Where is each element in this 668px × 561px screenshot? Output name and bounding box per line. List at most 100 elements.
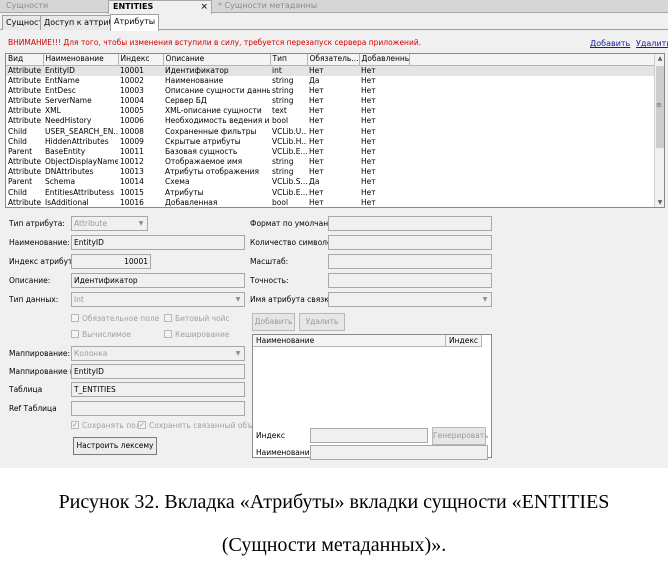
table-row[interactable]: Attribute EntDesc 10003 Описание сущности д…: [6, 86, 656, 96]
add-link[interactable]: Добавить: [590, 39, 630, 48]
table-cell-filler: [409, 157, 656, 167]
bitchoice-checkbox-label: Битовый чойс: [175, 314, 230, 323]
table-cell: NeedHistory: [45, 116, 92, 126]
table-cell: Нет: [309, 197, 324, 207]
table-cell: IsAdditional: [45, 197, 89, 207]
table-cell: Нет: [361, 167, 376, 177]
column-header-required[interactable]: Обязатель...: [307, 54, 360, 66]
table-cell-filler: [409, 96, 656, 106]
column-header-kind[interactable]: Вид: [6, 54, 44, 66]
table-row[interactable]: Parent BaseEntity 10011 Базовая сущность VCL…: [6, 147, 656, 157]
table-cell: Нет: [361, 126, 376, 136]
table-cell-filler: [409, 76, 656, 86]
table-cell: Сохраненные фильтры: [165, 126, 257, 136]
chevron-down-icon: ▼: [482, 296, 488, 303]
name2-label: Наименование: [256, 448, 315, 457]
close-icon[interactable]: ×: [200, 1, 208, 13]
mapping-select[interactable]: Колонка ▼: [71, 346, 245, 361]
column-header-type[interactable]: Тип: [270, 54, 308, 66]
scroll-down-icon[interactable]: ▼: [655, 199, 664, 206]
column-header-index[interactable]: Индекс: [118, 54, 164, 66]
name-field[interactable]: EntityID: [71, 235, 245, 250]
table-cell-filler: [409, 116, 656, 126]
table-row[interactable]: Attribute DNAttributes 10013 Атрибуты отобр…: [6, 167, 656, 177]
grid-scrollbar[interactable]: ▲ ≡ ▼: [654, 54, 664, 207]
table-cell: Нет: [307, 65, 359, 76]
table-cell-filler: [409, 65, 656, 76]
table-cell: Child: [8, 187, 27, 197]
required-checkbox-label: Обязательное поле: [82, 314, 160, 323]
attr-index-field[interactable]: 10001: [71, 254, 151, 269]
ref-table-field[interactable]: [71, 401, 245, 416]
save-field-checkbox[interactable]: ✓: [71, 421, 79, 429]
column-header-index[interactable]: Индекс: [446, 335, 482, 347]
table-cell: Нет: [309, 157, 324, 167]
datatype-value: int: [74, 295, 84, 304]
attr-type-select[interactable]: Attribute ▼: [71, 216, 148, 231]
scale-field[interactable]: [328, 254, 492, 269]
bitchoice-checkbox[interactable]: [164, 314, 172, 322]
default-format-field[interactable]: [328, 216, 492, 231]
index2-field[interactable]: [310, 428, 428, 443]
save-linked-checkbox[interactable]: ✓: [138, 421, 146, 429]
tab-attributes[interactable]: Атрибуты: [110, 14, 160, 31]
name-label: Наименование:: [9, 238, 70, 247]
table-cell-filler: [409, 126, 656, 136]
table-cell: EntityID: [43, 65, 118, 76]
table-cell: 10014: [120, 177, 144, 187]
delete-link[interactable]: Удалить: [636, 39, 668, 48]
table-row[interactable]: Child EntitiesAttributess 10015 Атрибуты VCL…: [6, 188, 656, 198]
table-row[interactable]: Attribute NeedHistory 10006 Необходимость в…: [6, 116, 656, 126]
table-cell: XML: [45, 106, 61, 116]
table-row[interactable]: Attribute ServerName 10004 Сервер БД string Н…: [6, 96, 656, 106]
required-checkbox[interactable]: [71, 314, 79, 322]
table-cell: EntitiesAttributess: [45, 187, 114, 197]
table-cell: Нет: [361, 187, 376, 197]
column-header-description[interactable]: Описание: [163, 54, 271, 66]
table-cell: Attribute: [8, 75, 42, 85]
table-row[interactable]: Parent Schema 10014 Схема VCLib.S... Да Нет: [6, 177, 656, 187]
table-cell: Нет: [309, 106, 324, 116]
column-header-name[interactable]: Наименование: [43, 54, 119, 66]
doc-tab-entities-list[interactable]: Сущности: [2, 0, 106, 13]
table-cell: Нет: [361, 197, 376, 207]
char-count-label: Количество символов:: [250, 238, 339, 247]
table-row[interactable]: Attribute EntityID 10001 Идентификатор int Не…: [6, 65, 656, 76]
table-row[interactable]: Attribute EntName 10002 Наименование string Д…: [6, 76, 656, 86]
attributes-grid[interactable]: Вид Наименование Индекс Описание Тип Обя…: [5, 53, 665, 208]
name2-field[interactable]: [310, 445, 488, 460]
table-row[interactable]: Attribute IsAdditional 10016 Добавленная boo…: [6, 197, 656, 207]
table-row[interactable]: Attribute ObjectDisplayName 10012 Отображае…: [6, 157, 656, 167]
table-cell: EntDesc: [45, 85, 76, 95]
computed-checkbox[interactable]: [71, 330, 79, 338]
char-count-field[interactable]: [328, 235, 492, 250]
table-cell: 10002: [120, 75, 144, 85]
column-header-added[interactable]: Добавленный: [359, 54, 410, 66]
table-cell: Нет: [361, 106, 376, 116]
datatype-select[interactable]: int ▼: [71, 292, 245, 307]
scroll-up-icon[interactable]: ▲: [655, 55, 664, 62]
cached-checkbox[interactable]: [164, 330, 172, 338]
table-cell: VCLib.E...: [272, 146, 307, 156]
configure-lexeme-button[interactable]: Настроить лексему: [73, 437, 157, 455]
table-row[interactable]: Child HiddenAttributes 10009 Скрытые атрибу…: [6, 137, 656, 147]
mapping-on-field[interactable]: EntityID: [71, 364, 245, 379]
table-cell: 10012: [120, 157, 144, 167]
table-row[interactable]: Attribute XML 10005 XML-описание сущности te…: [6, 106, 656, 116]
generate-button[interactable]: Генерировать: [432, 427, 489, 445]
precision-field[interactable]: [328, 273, 492, 288]
delete-button[interactable]: Удалить: [299, 313, 345, 331]
table-cell: bool: [272, 116, 289, 126]
description-field[interactable]: Идентификатор: [71, 273, 245, 288]
table-cell: Нет: [309, 95, 324, 105]
grip-icon: ≡: [656, 101, 662, 109]
column-header-name[interactable]: Наименование: [253, 335, 446, 347]
table-row[interactable]: Child USER_SEARCH_EN... 10008 Сохраненные ф…: [6, 126, 656, 136]
doc-tab-entities[interactable]: ENTITIES ×: [108, 0, 212, 14]
link-attr-select[interactable]: ▼: [328, 292, 492, 307]
table-cell: 10003: [120, 85, 144, 95]
description-label: Описание:: [9, 276, 51, 285]
add-button[interactable]: Добавить: [252, 313, 295, 331]
table-field[interactable]: T_ENTITIES: [71, 382, 245, 397]
doc-tab-metadata-entities[interactable]: * Сущности метаданных (...: [214, 0, 318, 13]
